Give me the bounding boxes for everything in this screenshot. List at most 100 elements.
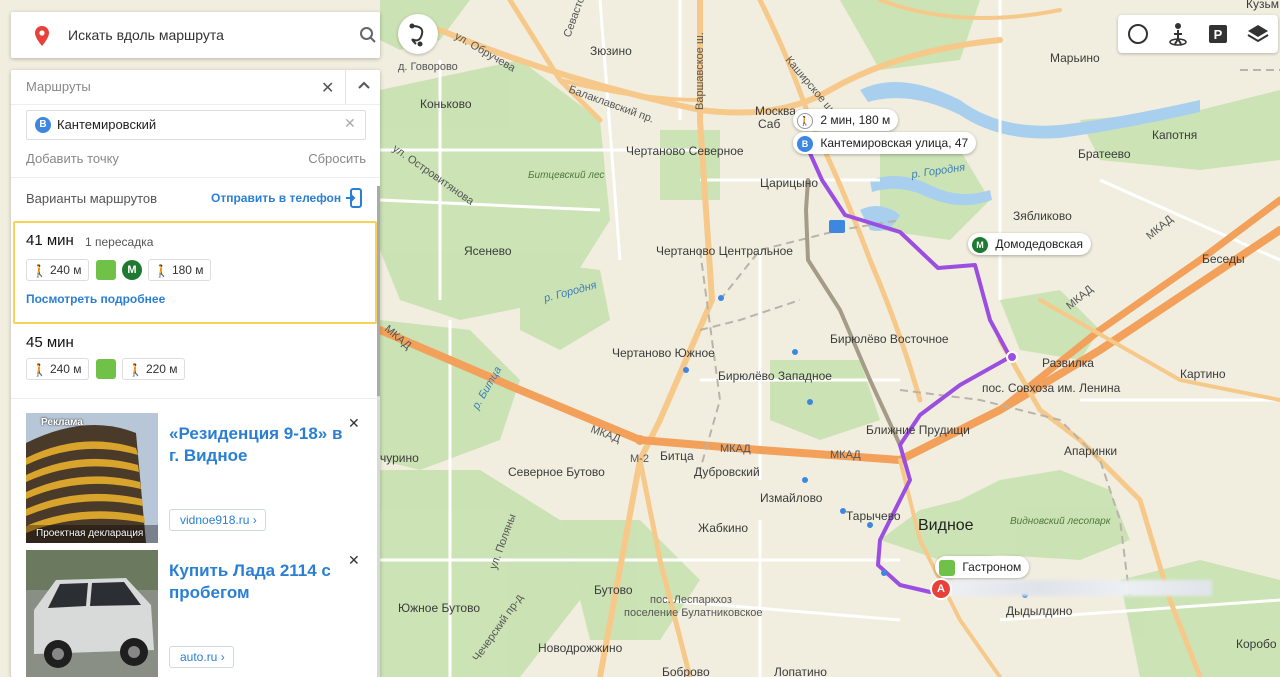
search-icon[interactable] — [359, 26, 377, 44]
parking-icon: P — [1209, 25, 1227, 43]
clear-point-icon[interactable]: ✕ — [344, 115, 356, 132]
layers-button[interactable] — [1238, 15, 1278, 53]
point-b-tag[interactable]: B Кантемировская улица, 47 — [793, 132, 977, 154]
label-blizhnie: Ближние Прудищи — [866, 423, 970, 437]
chevron-up-icon[interactable] — [355, 77, 373, 95]
bus-icon — [96, 359, 116, 379]
divider — [11, 177, 380, 178]
label-lesparkhoz: пос. Леспаркхоз — [650, 594, 732, 606]
point-b-marker-icon: B — [797, 135, 813, 152]
label-tarychevo: Тарычево — [846, 509, 901, 523]
label-marino: Марьино — [1050, 51, 1100, 65]
walk-icon: 🚶 — [154, 263, 169, 278]
bus-icon — [939, 559, 955, 576]
label-sovkhoz: пос. Совхоза им. Ленина — [982, 381, 1121, 395]
ad-headline[interactable]: «Резиденция 9-18» в г. Видное — [169, 423, 349, 467]
label-aparinki: Апаринки — [1064, 444, 1117, 458]
label-vidnoe: Видное — [918, 517, 974, 534]
metro-icon: М — [122, 260, 142, 280]
label-novodrozhzhino: Новодрожжино — [538, 641, 623, 655]
label-konkovo: Коньково — [420, 97, 472, 111]
ad-card-2[interactable]: Купить Лада 2114 с пробегом auto.ru › ✕ — [26, 550, 366, 677]
bus-stop-label: Гастроном — [962, 560, 1022, 574]
label-mkad-3: МКАД — [830, 449, 861, 461]
route-1-time: 41 мин — [26, 232, 74, 249]
walk-icon: 🚶 — [797, 112, 813, 129]
walk-icon: 🚶 — [32, 263, 47, 278]
walk-chip-1: 🚶 240 м — [26, 259, 89, 281]
svg-text:P: P — [1214, 27, 1223, 42]
label-chertanovo-central: Чертаново Центральное — [656, 244, 793, 258]
label-razvilka: Развилка — [1042, 356, 1094, 370]
walk-icon: 🚶 — [128, 362, 143, 377]
ad-card-1[interactable]: Реклама Проектная декларация «Резиденция… — [26, 413, 366, 543]
label-kartino: Картино — [1180, 367, 1226, 381]
traffic-button[interactable] — [1118, 15, 1158, 53]
point-b-name: Кантемировский — [57, 117, 157, 132]
ad-headline[interactable]: Купить Лада 2114 с пробегом — [169, 560, 349, 604]
walk-chip-1: 🚶 240 м — [26, 358, 89, 380]
close-routes-icon[interactable]: ✕ — [321, 78, 334, 98]
send-to-phone-link[interactable]: Отправить в телефон — [211, 191, 341, 205]
route-option-2[interactable]: 45 мин 🚶 240 м 🚶 220 м — [13, 325, 373, 399]
ad-domain-link[interactable]: vidnoe918.ru › — [169, 509, 266, 531]
ad-domain-link[interactable]: auto.ru › — [169, 646, 234, 668]
route-details-link[interactable]: Посмотреть подробнее — [26, 292, 165, 306]
metro-station-tag[interactable]: М Домодедовская — [968, 233, 1091, 255]
reset-link[interactable]: Сбросить — [308, 151, 366, 166]
ad-image-car[interactable] — [26, 550, 158, 677]
ad-label: Реклама — [41, 417, 83, 428]
route-option-1[interactable]: 41 мин 1 пересадка 🚶 240 м М 🚶 180 м Посмо… — [13, 221, 377, 324]
metro-icon: М — [972, 236, 988, 253]
label-lopatino: Лопатино — [774, 665, 827, 677]
layers-icon — [1247, 25, 1269, 43]
walk-icon: 🚶 — [32, 362, 47, 377]
walk-info-tag: 🚶 2 мин, 180 м — [793, 109, 899, 131]
label-yuzhnoe-butovo: Южное Бутово — [398, 601, 480, 615]
label-tsaritsyno: Царицыно — [760, 176, 818, 190]
add-point-link[interactable]: Добавить точку — [26, 151, 119, 166]
route-1-transfers: 1 пересадка — [85, 235, 154, 249]
label-izmaylovo: Измайлово — [760, 491, 823, 505]
label-bitsa-forest: Битцевский лес — [528, 170, 604, 181]
point-b-field[interactable]: B Кантемировский ✕ — [26, 110, 366, 140]
route-mode-button[interactable] — [398, 14, 438, 54]
bus-stop-tag[interactable]: Гастроном — [935, 556, 1030, 578]
label-zyablikovo: Зябликово — [1013, 209, 1072, 223]
yandex-pin-icon — [35, 26, 49, 46]
label-brateevo: Братеево — [1078, 147, 1131, 161]
close-ad-icon[interactable]: ✕ — [348, 552, 360, 569]
walk-info-text: 2 мин, 180 м — [820, 113, 891, 127]
phone-icon[interactable] — [346, 188, 364, 208]
label-vidnovsky-park: Видновский лесопарк — [1010, 516, 1112, 527]
walk-chip-2: 🚶 180 м — [148, 259, 211, 281]
search-input[interactable]: Искать вдоль маршрута — [68, 27, 224, 43]
label-severnoe-butovo: Северное Бутово — [508, 465, 605, 479]
route-search-box[interactable]: Искать вдоль маршрута — [11, 12, 380, 58]
label-pechurino: чурино — [380, 451, 419, 465]
header-divider — [345, 70, 346, 104]
routes-header: Маршруты ✕ — [11, 70, 380, 105]
close-ad-icon[interactable]: ✕ — [348, 415, 360, 432]
route-icon — [409, 23, 424, 47]
ad-image-building[interactable]: Реклама Проектная декларация — [26, 413, 158, 543]
routes-card: Маршруты ✕ B Кантемировский ✕ Добавить т… — [11, 70, 380, 677]
walk-chip-2: 🚶 220 м — [122, 358, 185, 380]
point-a-marker[interactable]: A — [932, 580, 950, 598]
route-2-time: 45 мин — [26, 334, 74, 351]
label-kuzminki: Кузьм — [1246, 0, 1279, 11]
parking-button[interactable]: P — [1198, 15, 1238, 53]
label-bobrovo: Боброво — [662, 665, 710, 677]
panorama-button[interactable] — [1158, 15, 1198, 53]
label-sab: Саб — [758, 117, 780, 131]
label-varshavskoe: Варшавское ш. — [694, 32, 706, 110]
label-zyuzino: Зюзино — [590, 44, 632, 58]
route-variants-label: Варианты маршрутов — [26, 191, 158, 206]
traffic-icon — [1128, 24, 1148, 44]
scrollbar-thumb[interactable] — [377, 186, 380, 396]
label-kapotnya: Капотня — [1152, 128, 1197, 142]
label-zhabkino: Жабкино — [698, 521, 748, 535]
label-biryulyovo-west: Бирюлёво Западное — [718, 369, 832, 383]
ad-footer: Проектная декларация — [36, 528, 144, 539]
point-b-badge: B — [35, 117, 51, 133]
